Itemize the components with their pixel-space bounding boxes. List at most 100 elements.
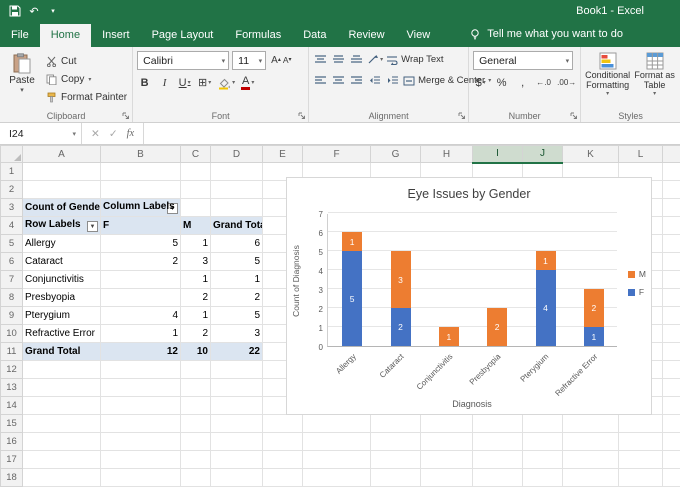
save-button[interactable] [7,3,23,19]
number-dialog-launcher[interactable] [570,112,578,120]
cell-K17[interactable] [562,450,619,469]
cell-B2[interactable] [100,180,181,199]
formula-input[interactable] [144,123,680,144]
cell-K18[interactable] [562,468,619,487]
row-header-4[interactable]: 4 [0,216,23,235]
bar-segment-F-refractive-error[interactable]: 1 [583,327,604,346]
cell-G18[interactable] [370,468,421,487]
cell-B5[interactable]: 5 [100,234,181,253]
cell-J16[interactable] [522,432,563,451]
row-header-7[interactable]: 7 [0,270,23,289]
cell-I18[interactable] [472,468,523,487]
increase-indent-button[interactable] [385,72,400,89]
bar-segment-M-refractive-error[interactable]: 2 [583,289,604,327]
cell-F16[interactable] [302,432,371,451]
comma-style-button[interactable]: , [515,74,530,91]
cell-A9[interactable]: Pterygium [22,306,101,325]
cell-D9[interactable]: 5 [210,306,263,325]
bar-segment-M-pterygium[interactable]: 1 [535,251,556,270]
cell-A5[interactable]: Allergy [22,234,101,253]
format-painter-button[interactable]: Format Painter [44,89,129,105]
cell-A6[interactable]: Cataract [22,252,101,271]
cell-D18[interactable] [210,468,263,487]
cell-A18[interactable] [22,468,101,487]
accounting-format-button[interactable]: $ ▾ [473,74,488,91]
cell-D6[interactable]: 5 [210,252,263,271]
cell-partial[interactable] [662,288,680,307]
undo-button[interactable]: ↶ [26,3,42,19]
cell-C2[interactable] [180,180,211,199]
cancel-button[interactable]: ✕ [91,128,100,140]
cell-D4[interactable]: Grand Total [210,216,263,235]
column-header-K[interactable]: K [562,145,619,163]
cell-G15[interactable] [370,414,421,433]
tab-formulas[interactable]: Formulas [224,24,292,47]
cell-B17[interactable] [100,450,181,469]
clipboard-dialog-launcher[interactable] [122,112,130,120]
cell-partial[interactable] [662,162,680,181]
cell-A7[interactable]: Conjunctivitis [22,270,101,289]
bar-segment-F-pterygium[interactable]: 4 [535,270,556,346]
cell-B13[interactable] [100,378,181,397]
cell-D13[interactable] [210,378,263,397]
row-header-12[interactable]: 12 [0,360,23,379]
cell-A3[interactable]: Count of Gender [22,198,101,217]
decrease-decimal-button[interactable]: .00→ [557,74,576,91]
tab-page-layout[interactable]: Page Layout [141,24,225,47]
bar-segment-M-conjunctivitis[interactable]: 1 [438,327,459,346]
cell-partial[interactable] [662,306,680,325]
cell-H16[interactable] [420,432,473,451]
cell-H18[interactable] [420,468,473,487]
cell-J17[interactable] [522,450,563,469]
cell-B6[interactable]: 2 [100,252,181,271]
font-dialog-launcher[interactable] [298,112,306,120]
cell-B12[interactable] [100,360,181,379]
filter-dropdown-button[interactable]: ▼ [87,221,98,232]
bar-segment-F-cataract[interactable]: 2 [390,308,411,346]
cell-G17[interactable] [370,450,421,469]
cell-B7[interactable] [100,270,181,289]
paste-button[interactable]: Paste ▾ [4,51,40,105]
cell-D15[interactable] [210,414,263,433]
cell-A2[interactable] [22,180,101,199]
tellme-box[interactable]: Tell me what you want to do [469,28,623,47]
column-header-B[interactable]: B [100,145,181,163]
orientation-button[interactable]: ▾ [367,51,383,68]
copy-button[interactable]: Copy ▾ [44,71,129,87]
cell-H15[interactable] [420,414,473,433]
cell-A17[interactable] [22,450,101,469]
cell-D16[interactable] [210,432,263,451]
cell-D5[interactable]: 6 [210,234,263,253]
cell-partial[interactable] [662,396,680,415]
bar-segment-M-cataract[interactable]: 3 [390,251,411,308]
column-header-H[interactable]: H [420,145,473,163]
row-header-5[interactable]: 5 [0,234,23,253]
column-header-D[interactable]: D [210,145,263,163]
row-header-1[interactable]: 1 [0,162,23,181]
cell-A16[interactable] [22,432,101,451]
cell-L18[interactable] [618,468,663,487]
row-header-2[interactable]: 2 [0,180,23,199]
cell-D11[interactable]: 22 [210,342,263,361]
cell-C16[interactable] [180,432,211,451]
column-header-C[interactable]: C [180,145,211,163]
row-header-17[interactable]: 17 [0,450,23,469]
cell-C17[interactable] [180,450,211,469]
row-header-14[interactable]: 14 [0,396,23,415]
number-format-combo[interactable]: General ▾ [473,51,574,70]
row-header-11[interactable]: 11 [0,342,23,361]
row-header-3[interactable]: 3 [0,198,23,217]
cell-C3[interactable] [180,198,211,217]
cell-C8[interactable]: 2 [180,288,211,307]
cell-L15[interactable] [618,414,663,433]
cell-partial[interactable] [662,342,680,361]
cell-C10[interactable]: 2 [180,324,211,343]
cell-I15[interactable] [472,414,523,433]
percent-style-button[interactable]: % [494,74,509,91]
cell-B11[interactable]: 12 [100,342,181,361]
cell-C12[interactable] [180,360,211,379]
tab-data[interactable]: Data [292,24,337,47]
legend-item-F[interactable]: F [627,287,646,297]
tab-home[interactable]: Home [39,24,92,47]
cell-partial[interactable] [662,450,680,469]
